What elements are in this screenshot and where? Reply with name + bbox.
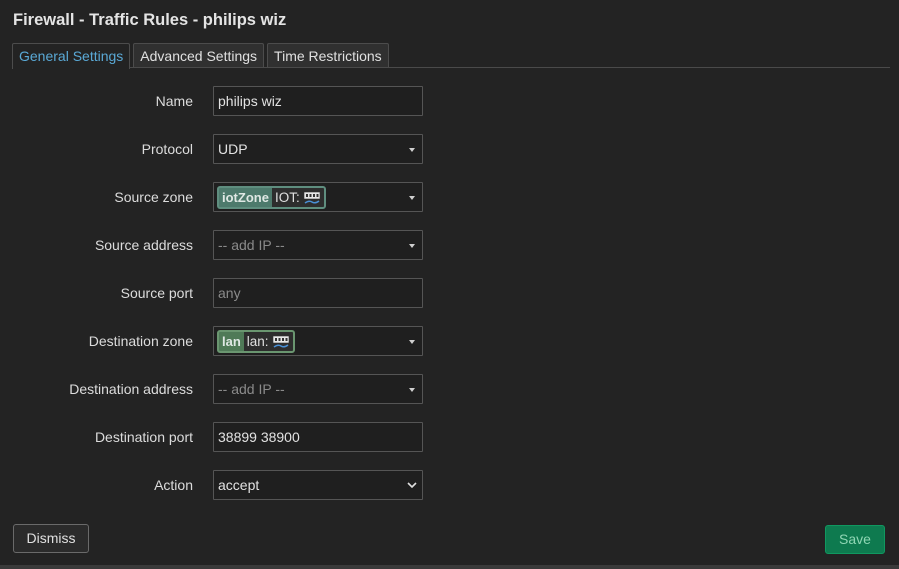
zone-name: lan (222, 334, 241, 349)
tab-advanced-settings[interactable]: Advanced Settings (133, 43, 265, 68)
destination-zone-label: Destination zone (88, 333, 193, 349)
tab-general-settings[interactable]: General Settings (12, 43, 131, 69)
form-row-action: Action accept (0, 470, 899, 500)
destination-address-label: Destination address (69, 381, 193, 397)
destination-address-dropdown[interactable]: -- add IP -- (213, 374, 423, 404)
source-address-dropdown[interactable]: -- add IP -- (213, 230, 423, 260)
zone-networks: lan: (243, 332, 293, 351)
action-value: accept (218, 477, 260, 493)
source-port-input[interactable]: any (213, 278, 423, 308)
destination-address-placeholder: -- add IP -- (218, 381, 285, 397)
form-row-destination-zone: Destination zone lan lan: (0, 326, 899, 356)
protocol-dropdown[interactable]: UDP (213, 134, 423, 164)
caret-down-icon (409, 244, 415, 248)
form-row-source-zone: Source zone iotZone IOT: (0, 182, 899, 212)
ethernet-port-icon (303, 191, 321, 204)
caret-down-icon (409, 388, 415, 392)
modal-title: Firewall - Traffic Rules - philips wiz (13, 11, 287, 29)
protocol-label: Protocol (141, 141, 193, 157)
caret-down-icon (409, 340, 415, 344)
name-label: Name (155, 93, 193, 109)
tab-divider (12, 67, 890, 68)
form-row-name: Name philips wiz (0, 86, 899, 116)
source-zone-label: Source zone (114, 189, 193, 205)
traffic-rule-modal: Firewall - Traffic Rules - philips wiz G… (0, 0, 899, 567)
name-input[interactable]: philips wiz (213, 86, 423, 116)
action-select[interactable]: accept (213, 470, 423, 500)
destination-zone-dropdown[interactable]: lan lan: (213, 326, 423, 356)
zone-network-label: lan: (246, 334, 269, 349)
form-row-source-address: Source address -- add IP -- (0, 230, 899, 260)
zone-name: iotZone (222, 190, 269, 205)
source-address-label: Source address (94, 237, 193, 253)
zone-networks: IOT: (271, 188, 324, 207)
caret-down-icon (409, 148, 415, 152)
source-address-placeholder: -- add IP -- (218, 237, 285, 253)
destination-port-label: Destination port (94, 429, 193, 445)
form-row-destination-address: Destination address -- add IP -- (0, 374, 899, 404)
tab-time-restrictions[interactable]: Time Restrictions (267, 43, 389, 68)
tab-bar: General Settings Advanced Settings Time … (12, 43, 389, 69)
background-page-edge (0, 565, 899, 569)
form-row-source-port: Source port any (0, 278, 899, 308)
caret-down-icon (409, 196, 415, 200)
protocol-value: UDP (218, 141, 248, 157)
source-port-label: Source port (120, 285, 193, 301)
source-zone-dropdown[interactable]: iotZone IOT: (213, 182, 423, 212)
form-row-destination-port: Destination port 38899 38900 (0, 422, 899, 452)
destination-port-input[interactable]: 38899 38900 (213, 422, 423, 452)
form-row-protocol: Protocol UDP (0, 134, 899, 164)
chevron-down-icon (407, 482, 417, 489)
zone-network-label: IOT: (274, 190, 300, 205)
zone-badge-lan: lan lan: (217, 330, 295, 353)
dismiss-button[interactable]: Dismiss (13, 524, 89, 553)
ethernet-port-icon (272, 335, 289, 348)
action-label: Action (154, 477, 193, 493)
save-button[interactable]: Save (825, 525, 885, 554)
zone-badge-iotzone: iotZone IOT: (217, 186, 326, 209)
